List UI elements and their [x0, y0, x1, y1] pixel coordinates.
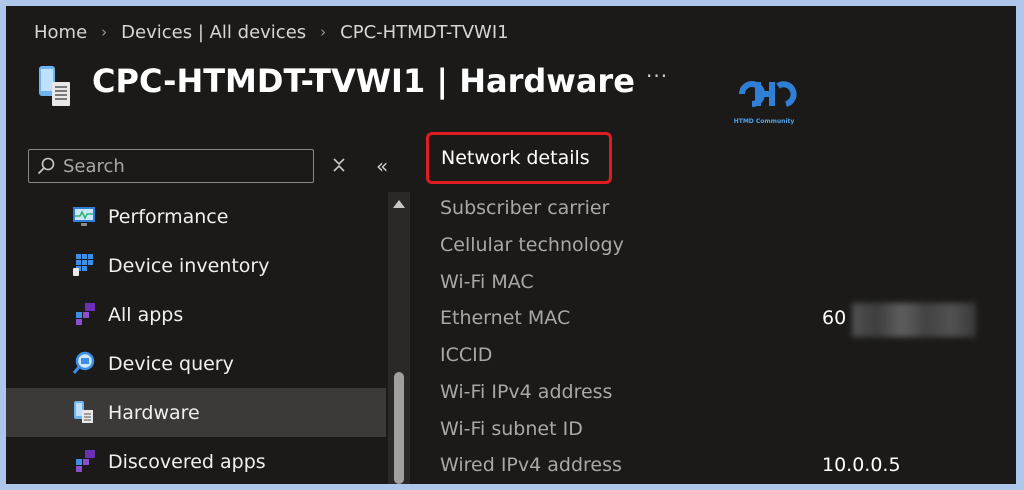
logo-mark-icon	[739, 81, 797, 107]
chevron-right-icon: ›	[101, 23, 108, 41]
clear-filter-icon[interactable]	[330, 156, 348, 174]
redacted-value	[852, 303, 976, 337]
property-row-cellular-technology: Cellular technology	[440, 234, 1000, 264]
search-icon	[37, 157, 55, 175]
property-value: 60	[822, 307, 847, 329]
portal-window: Home › Devices | All devices › CPC-HTMDT…	[6, 6, 1016, 484]
search-box[interactable]	[28, 149, 314, 183]
property-row-ethernet-mac: Ethernet MAC 60	[440, 303, 1000, 337]
property-label: Ethernet MAC	[440, 307, 571, 329]
more-options-button[interactable]: ···	[646, 64, 668, 88]
nav-item-all-apps[interactable]: All apps	[6, 290, 386, 339]
section-title: Network details	[441, 147, 590, 169]
breadcrumb: Home › Devices | All devices › CPC-HTMDT…	[34, 18, 509, 46]
nav-label: Discovered apps	[108, 450, 266, 473]
property-label: Cellular technology	[440, 234, 624, 256]
breadcrumb-device[interactable]: CPC-HTMDT-TVWI1	[340, 22, 508, 43]
property-row-subscriber-carrier: Subscriber carrier	[440, 197, 1000, 227]
property-row-wifi-ipv4: Wi-Fi IPv4 address	[440, 381, 1000, 411]
nav-item-device-query[interactable]: Device query	[6, 339, 386, 388]
hardware-icon	[74, 401, 93, 423]
collapse-menu-icon[interactable]: «	[376, 154, 388, 178]
performance-icon	[73, 207, 95, 226]
nav-item-discovered-apps[interactable]: Discovered apps	[6, 437, 386, 484]
scroll-up-arrow-icon[interactable]	[393, 200, 405, 208]
device-hardware-icon	[39, 66, 70, 106]
resource-menu: Performance Device inventory All apps De…	[6, 192, 386, 484]
nav-item-hardware[interactable]: Hardware	[6, 388, 386, 437]
query-icon	[72, 351, 95, 374]
nav-label: All apps	[108, 303, 184, 326]
nav-label: Device inventory	[108, 254, 270, 277]
property-row-iccid: ICCID	[440, 344, 1000, 374]
nav-item-performance[interactable]: Performance	[6, 192, 386, 241]
nav-item-device-inventory[interactable]: Device inventory	[6, 241, 386, 290]
logo-caption: HTMD Community	[733, 118, 795, 125]
discovered-apps-icon	[76, 450, 95, 472]
nav-label: Hardware	[108, 401, 200, 424]
property-value: 10.0.0.5	[822, 454, 901, 476]
property-row-wifi-mac: Wi-Fi MAC	[440, 271, 1000, 301]
property-row-wired-ipv4: Wired IPv4 address 10.0.0.5	[440, 454, 1000, 484]
apps-icon	[76, 303, 95, 325]
breadcrumb-devices[interactable]: Devices | All devices	[121, 22, 306, 43]
nav-label: Device query	[108, 352, 234, 375]
nav-label: Performance	[108, 205, 229, 228]
breadcrumb-home[interactable]: Home	[34, 22, 87, 43]
scrollbar-thumb[interactable]	[394, 372, 404, 484]
property-label: Wi-Fi IPv4 address	[440, 381, 613, 403]
inventory-icon	[73, 254, 93, 276]
property-label: Wired IPv4 address	[440, 454, 622, 476]
property-row-wifi-subnet: Wi-Fi subnet ID	[440, 418, 1000, 448]
chevron-right-icon: ›	[320, 23, 327, 41]
property-label: Wi-Fi MAC	[440, 271, 534, 293]
search-input[interactable]	[63, 155, 303, 177]
property-label: Wi-Fi subnet ID	[440, 418, 583, 440]
property-label: ICCID	[440, 344, 493, 366]
property-label: Subscriber carrier	[440, 197, 610, 219]
nav-scrollbar[interactable]	[388, 192, 410, 484]
htmd-logo: HTMD Community	[728, 72, 800, 128]
network-details-heading: Network details	[426, 132, 612, 184]
page-title: CPC-HTMDT-TVWI1 | Hardware	[92, 62, 635, 100]
